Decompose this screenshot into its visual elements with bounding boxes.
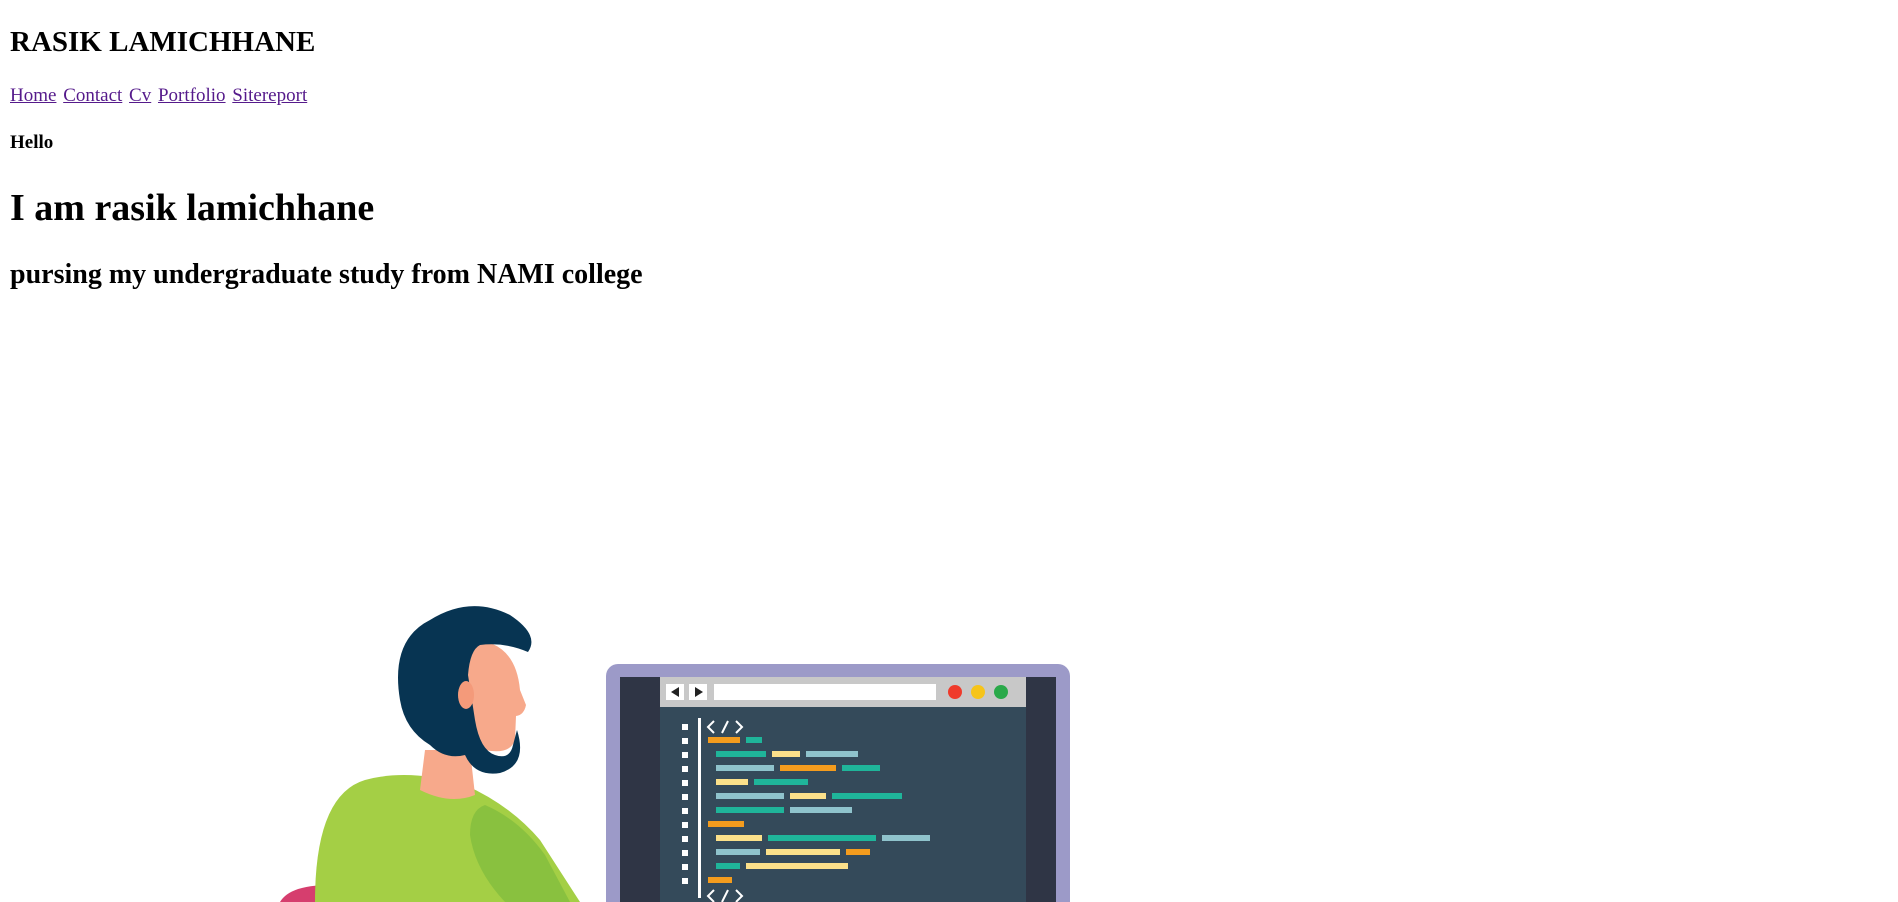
nav-link-home[interactable]: Home: [10, 85, 56, 106]
intro-subheading: pursing my undergraduate study from NAMI…: [10, 259, 643, 290]
minimize-dot-icon: [971, 685, 985, 699]
address-bar: [714, 684, 936, 700]
greeting: Hello: [10, 132, 54, 153]
site-title: RASIK LAMICHHANE: [10, 26, 316, 58]
nav-link-sitereport[interactable]: Sitereport: [232, 85, 307, 106]
page: RASIK LAMICHHANE Home Contact Cv Portfol…: [0, 0, 1898, 902]
nav-link-portfolio[interactable]: Portfolio: [158, 85, 226, 106]
ear-shape: [458, 681, 474, 709]
gutter-line: [698, 718, 701, 898]
nav-link-cv[interactable]: Cv: [129, 85, 151, 106]
maximize-dot-icon: [994, 685, 1008, 699]
close-dot-icon: [948, 685, 962, 699]
intro-heading: I am rasik lamichhane: [10, 187, 375, 229]
nav-link-contact[interactable]: Contact: [63, 85, 122, 106]
main-nav: Home Contact Cv Portfolio Sitereport: [10, 84, 309, 108]
code-screen: [660, 707, 1026, 902]
developer-at-computer-illustration: [280, 606, 1070, 902]
